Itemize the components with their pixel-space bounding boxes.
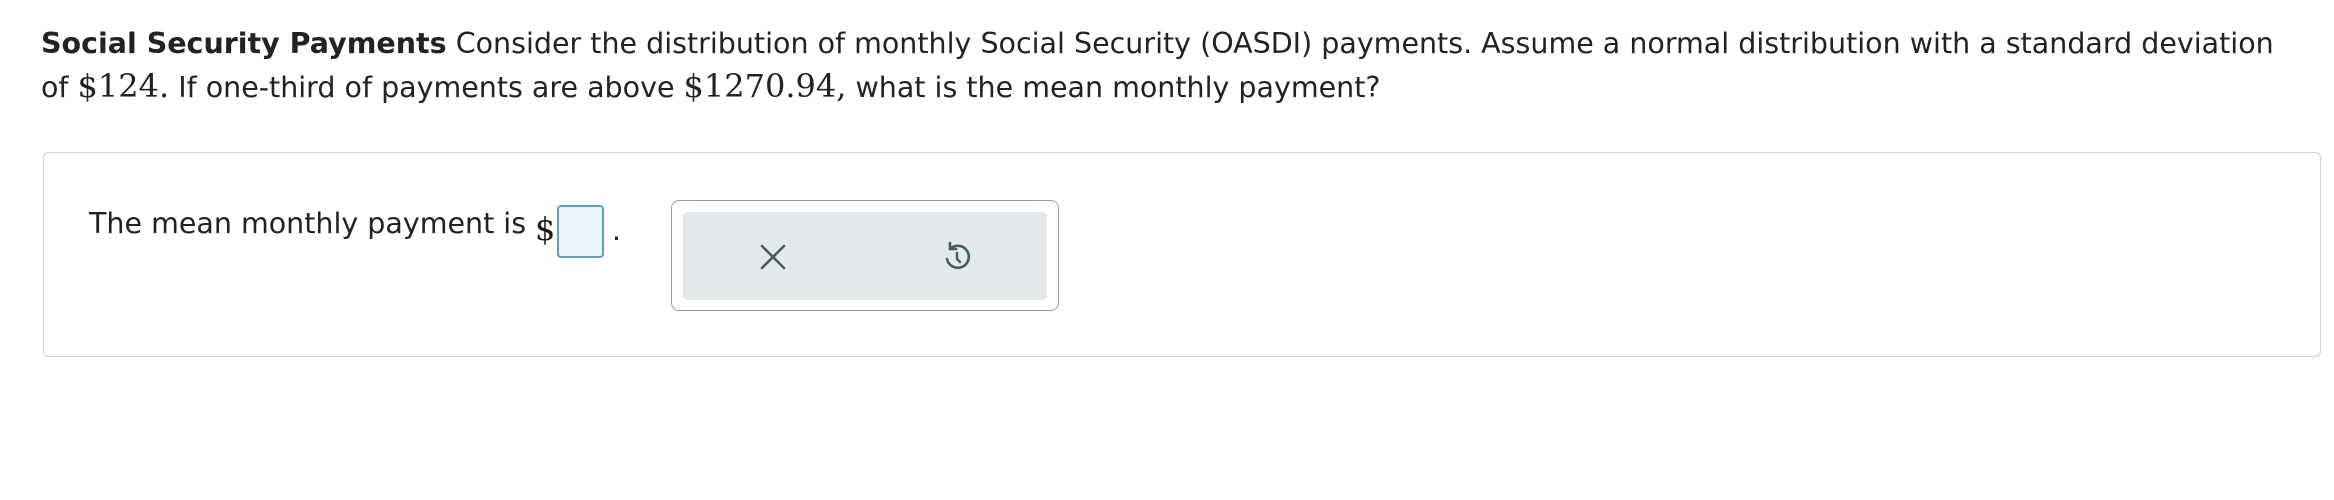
currency-symbol: $: [535, 210, 556, 248]
mean-payment-input[interactable]: [557, 205, 604, 258]
close-icon: [760, 244, 786, 270]
reset-button[interactable]: [927, 227, 987, 287]
question-title: Social Security Payments: [41, 27, 447, 60]
answer-prompt: The mean monthly payment is: [89, 207, 527, 240]
answer-period: .: [612, 214, 621, 247]
standard-deviation-value: $124.: [77, 67, 170, 105]
answer-toolbar-inner: [683, 212, 1047, 300]
question-text-part-3: what is the mean monthly payment?: [846, 71, 1381, 104]
clear-button[interactable]: [743, 227, 803, 287]
threshold-value: $1270.94,: [683, 67, 847, 105]
answer-area: [43, 152, 2321, 357]
undo-icon: [945, 241, 971, 270]
question-text-part-2: If one-third of payments are above: [169, 71, 684, 104]
question-text: Social Security Payments Consider the di…: [41, 22, 2301, 109]
